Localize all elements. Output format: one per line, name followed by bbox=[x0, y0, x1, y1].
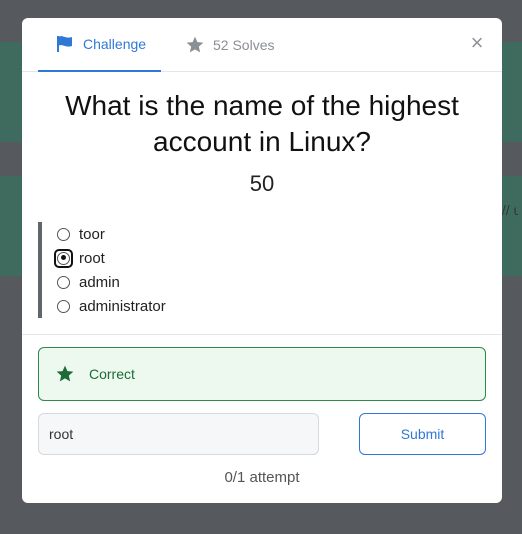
divider bbox=[22, 334, 502, 335]
radio-button[interactable] bbox=[57, 227, 79, 241]
answer-option[interactable]: administrator bbox=[42, 294, 338, 318]
tab-challenge[interactable]: Challenge bbox=[38, 18, 161, 72]
radio-unchecked-icon bbox=[57, 227, 70, 241]
tab-solves-label: 52 Solves bbox=[213, 37, 275, 53]
challenge-modal: Challenge 52 Solves × What is the name o… bbox=[22, 18, 502, 503]
modal-tabs: Challenge 52 Solves × bbox=[22, 18, 502, 72]
radio-unchecked-icon bbox=[57, 275, 70, 289]
result-text: Correct bbox=[89, 366, 135, 382]
radio-unchecked-icon bbox=[57, 299, 70, 313]
tab-challenge-label: Challenge bbox=[83, 36, 147, 52]
answer-option-label: toor bbox=[79, 225, 105, 243]
answer-option[interactable]: admin bbox=[42, 270, 338, 294]
star-icon bbox=[55, 364, 75, 384]
answer-input[interactable] bbox=[38, 413, 319, 455]
answer-option-label: administrator bbox=[79, 297, 166, 315]
submit-button[interactable]: Submit bbox=[359, 413, 486, 455]
radio-button[interactable] bbox=[57, 299, 79, 313]
close-button[interactable]: × bbox=[466, 32, 488, 54]
answer-option-label: root bbox=[79, 249, 105, 267]
close-icon: × bbox=[470, 30, 484, 55]
answer-option[interactable]: root bbox=[42, 246, 338, 270]
attempts-counter: 0/1 attempt bbox=[224, 469, 300, 486]
result-alert: Correct bbox=[38, 347, 486, 401]
tab-solves[interactable]: 52 Solves bbox=[184, 18, 274, 72]
star-icon bbox=[184, 34, 206, 56]
radio-button[interactable] bbox=[54, 248, 73, 268]
answer-option-label: admin bbox=[79, 273, 120, 291]
challenge-points: 50 bbox=[249, 171, 275, 196]
answer-options: toor root admin administrator bbox=[38, 222, 338, 318]
flag-icon bbox=[54, 33, 76, 55]
radio-button[interactable] bbox=[57, 275, 79, 289]
answer-option[interactable]: toor bbox=[42, 222, 338, 246]
challenge-question: What is the name of the highest account … bbox=[65, 90, 459, 157]
radio-checked-icon bbox=[57, 251, 70, 265]
